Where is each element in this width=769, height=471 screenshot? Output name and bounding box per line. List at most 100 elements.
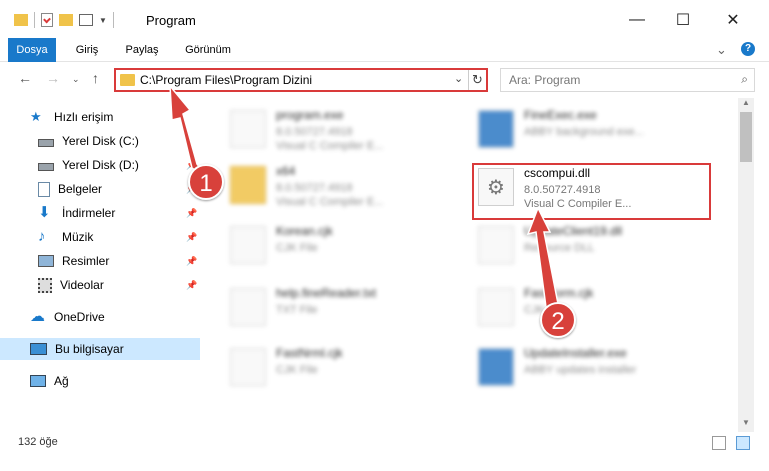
sidebar-item-pictures[interactable]: Resimler <box>38 250 208 272</box>
chevron-down-icon[interactable]: ▼ <box>99 16 107 25</box>
sidebar-item-label: Hızlı erişim <box>54 110 114 124</box>
sidebar-item-videos[interactable]: Videolar <box>38 274 208 296</box>
file-item[interactable]: x64 8.0.50727.4918 Visual C Compiler E..… <box>230 162 460 210</box>
exe-file-icon <box>478 110 514 148</box>
file-detail: Visual C Compiler E... <box>276 196 384 208</box>
quick-access-toolbar: ▼ <box>14 12 114 28</box>
help-icon[interactable]: ? <box>741 42 755 56</box>
network-icon <box>30 375 46 387</box>
minimize-button[interactable]: — <box>622 8 652 32</box>
sidebar-item-label: Ağ <box>54 374 69 388</box>
file-item[interactable]: help.fineReader.txt TXT File <box>230 284 460 332</box>
folder-icon <box>230 166 266 204</box>
file-detail: TXT File <box>276 304 318 316</box>
close-button[interactable]: ✕ <box>718 8 748 32</box>
window-title: Program <box>146 13 196 28</box>
scroll-thumb[interactable] <box>740 112 752 162</box>
tab-share[interactable]: Paylaş <box>116 38 168 62</box>
new-folder-icon[interactable] <box>59 14 73 26</box>
refresh-button[interactable]: ↻ <box>468 70 486 90</box>
file-item[interactable]: UpdateClient19.dll Resource DLL <box>478 222 708 270</box>
file-detail: 8.0.50727.4918 <box>276 126 353 138</box>
file-item[interactable]: FineExec.exe ABBY background exe... <box>478 106 708 154</box>
forward-button[interactable]: → <box>46 70 60 86</box>
tab-view[interactable]: Görünüm <box>176 38 240 62</box>
file-icon <box>230 288 266 326</box>
sidebar-item-disk-c[interactable]: Yerel Disk (C:) <box>38 130 208 152</box>
sidebar-item-documents[interactable]: Belgeler <box>38 178 208 200</box>
file-item[interactable]: FastForm.cjk CJK File <box>478 284 708 332</box>
sidebar-item-label: Müzik <box>62 230 94 244</box>
divider <box>34 12 35 28</box>
file-detail: CJK File <box>276 242 318 254</box>
ribbon-expand-icon[interactable]: ⌄ <box>716 42 727 58</box>
title-bar: ▼ Program — ☐ ✕ <box>0 0 769 40</box>
download-icon: ⬇ <box>38 204 51 221</box>
pin-icon[interactable]: 📌 <box>186 232 197 243</box>
ribbon: Dosya Giriş Paylaş Görünüm ⌄ ? <box>0 38 769 86</box>
file-detail: CJK File <box>276 364 318 376</box>
file-item[interactable]: Korean.cjk CJK File <box>230 222 460 270</box>
recent-locations-icon[interactable]: ⌄ <box>72 74 80 85</box>
search-placeholder: Ara: Program <box>509 73 581 87</box>
pictures-icon <box>38 255 54 267</box>
file-item[interactable]: program.exe 8.0.50727.4918 Visual C Comp… <box>230 106 460 154</box>
sidebar-item-music[interactable]: ♪ Müzik <box>38 226 208 248</box>
documents-icon <box>38 181 50 197</box>
file-list: program.exe 8.0.50727.4918 Visual C Comp… <box>202 100 738 430</box>
sidebar-item-label: OneDrive <box>54 310 105 324</box>
properties-icon[interactable] <box>41 13 53 27</box>
file-icon <box>478 288 514 326</box>
file-detail: Resource DLL <box>524 242 595 254</box>
file-detail: 8.0.50727.4918 <box>276 182 353 194</box>
sidebar-item-onedrive[interactable]: ☁ OneDrive <box>30 306 200 328</box>
address-bar[interactable]: C:\Program Files\Program Dizini ⌄ ↻ <box>114 68 488 92</box>
file-name: UpdateClient19.dll <box>524 224 623 238</box>
scroll-up-icon[interactable]: ▲ <box>738 98 754 112</box>
file-detail: ABBY updates installer <box>524 364 637 376</box>
view-options-icon[interactable] <box>79 14 93 26</box>
file-detail: Visual C Compiler E... <box>276 140 384 152</box>
sidebar-item-disk-d[interactable]: Yerel Disk (D:) <box>38 154 208 176</box>
sidebar-item-label: Belgeler <box>58 182 103 196</box>
folder-icon <box>14 14 28 26</box>
chevron-down-icon[interactable]: ⌄ <box>454 72 463 85</box>
file-name: help.fineReader.txt <box>276 286 377 300</box>
search-icon[interactable]: ⌕ <box>741 72 748 87</box>
navigation-bar: ← → ⌄ ↑ C:\Program Files\Program Dizini … <box>0 62 769 96</box>
file-icon <box>230 348 266 386</box>
maximize-button[interactable]: ☐ <box>668 8 698 32</box>
sidebar-item-label: Resimler <box>62 254 110 268</box>
details-view-icon[interactable] <box>712 436 726 450</box>
file-name: UpdateInstaller.exe <box>524 346 627 360</box>
address-path[interactable]: C:\Program Files\Program Dizini <box>140 73 312 87</box>
file-item[interactable]: UpdateInstaller.exe ABBY updates install… <box>478 344 708 392</box>
divider <box>112 12 114 28</box>
pin-icon[interactable]: 📌 <box>186 208 197 219</box>
file-highlight-box <box>472 163 711 220</box>
video-icon <box>38 277 52 293</box>
large-icons-view-icon[interactable] <box>736 436 750 450</box>
sidebar-item-label: Yerel Disk (C:) <box>62 134 139 148</box>
file-item[interactable]: FastNrml.cjk CJK File <box>230 344 460 392</box>
back-button[interactable]: ← <box>18 70 32 86</box>
sidebar-item-downloads[interactable]: ⬇ İndirmeler <box>38 202 208 224</box>
vertical-scrollbar[interactable]: ▲ ▼ <box>738 98 754 432</box>
exe-file-icon <box>230 110 266 148</box>
file-detail: ABBY background exe... <box>524 126 644 138</box>
search-input[interactable]: Ara: Program ⌕ <box>500 68 755 92</box>
file-icon <box>230 226 266 264</box>
exe-file-icon <box>478 348 514 386</box>
file-name: FineExec.exe <box>524 108 597 122</box>
status-bar: 132 öğe <box>0 432 769 454</box>
up-button[interactable]: ↑ <box>92 70 99 86</box>
pin-icon[interactable]: 📌 <box>186 280 197 291</box>
sidebar-item-label: İndirmeler <box>62 206 116 220</box>
sidebar-item-quick-access[interactable]: ★ Hızlı erişim <box>30 106 200 128</box>
file-name: x64 <box>276 164 296 178</box>
pin-icon[interactable]: 📌 <box>186 256 197 267</box>
scroll-down-icon[interactable]: ▼ <box>738 418 754 432</box>
tab-home[interactable]: Giriş <box>62 38 112 62</box>
sidebar-item-network[interactable]: Ağ <box>30 370 200 392</box>
sidebar-item-this-pc[interactable]: Bu bilgisayar <box>0 338 200 360</box>
